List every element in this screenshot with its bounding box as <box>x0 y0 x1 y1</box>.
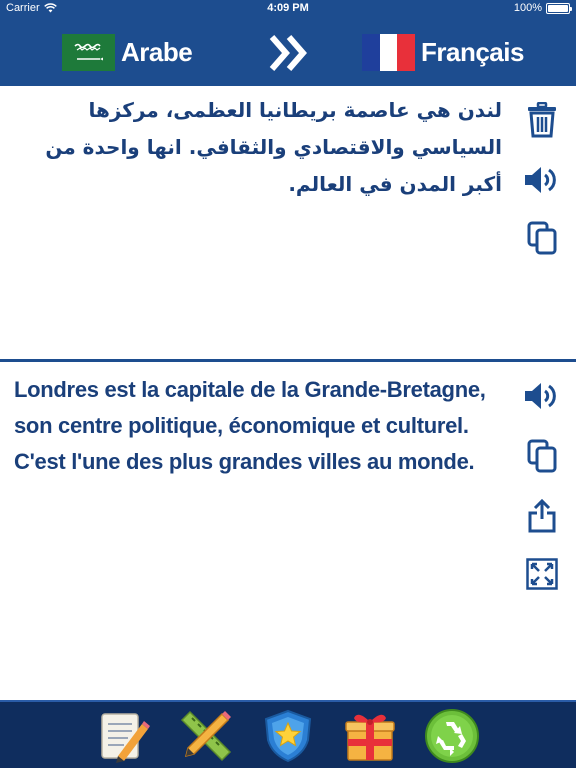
saudi-flag-icon <box>62 33 115 71</box>
status-right: 100% <box>513 2 572 14</box>
pencil-ruler-icon <box>180 710 232 762</box>
favorites-button[interactable] <box>260 708 316 764</box>
status-bar: Carrier 4:09 PM 100% <box>0 0 576 18</box>
expand-icon <box>526 558 558 590</box>
battery-icon <box>546 2 572 14</box>
trash-icon <box>528 102 556 138</box>
gift-button[interactable] <box>342 708 398 764</box>
copy-icon <box>527 439 557 473</box>
copy-translation-button[interactable] <box>522 436 562 476</box>
translation-text-area[interactable]: Londres est la capitale de la Grande-Bre… <box>14 372 508 672</box>
battery-percent: 100% <box>513 2 542 14</box>
speaker-icon <box>525 167 556 193</box>
speak-translation-button[interactable] <box>522 376 562 416</box>
delete-button[interactable] <box>522 100 562 140</box>
target-language-label: Français <box>421 36 524 67</box>
fullscreen-button[interactable] <box>522 554 562 594</box>
notepad-pencil-icon <box>101 713 150 763</box>
france-flag-icon <box>362 33 415 71</box>
swap-languages-button[interactable] <box>268 34 312 72</box>
source-language-selector[interactable]: Arabe <box>62 18 193 86</box>
speak-source-button[interactable] <box>522 160 562 200</box>
notes-button[interactable] <box>96 708 152 764</box>
pane-divider <box>0 359 576 362</box>
source-text-area[interactable]: لندن هي عاصمة بريطانيا العظمى، مركزها ال… <box>12 92 502 354</box>
source-language-label: Arabe <box>121 36 193 67</box>
bottom-toolbar <box>0 700 576 768</box>
gift-box-icon <box>345 714 395 761</box>
language-header: Arabe Français <box>0 18 576 86</box>
speaker-icon <box>525 383 556 409</box>
recycle-icon <box>425 709 479 763</box>
share-translation-button[interactable] <box>522 496 562 536</box>
recycle-button[interactable] <box>424 708 480 764</box>
tools-button[interactable] <box>178 708 234 764</box>
star-shield-icon <box>264 709 312 763</box>
copy-source-button[interactable] <box>522 218 562 258</box>
battery-fill <box>548 4 568 12</box>
share-icon <box>528 499 556 533</box>
double-chevron-right-icon <box>269 35 307 71</box>
status-time: 4:09 PM <box>267 2 309 14</box>
target-language-selector[interactable]: Français <box>362 18 524 86</box>
copy-icon <box>527 221 557 255</box>
